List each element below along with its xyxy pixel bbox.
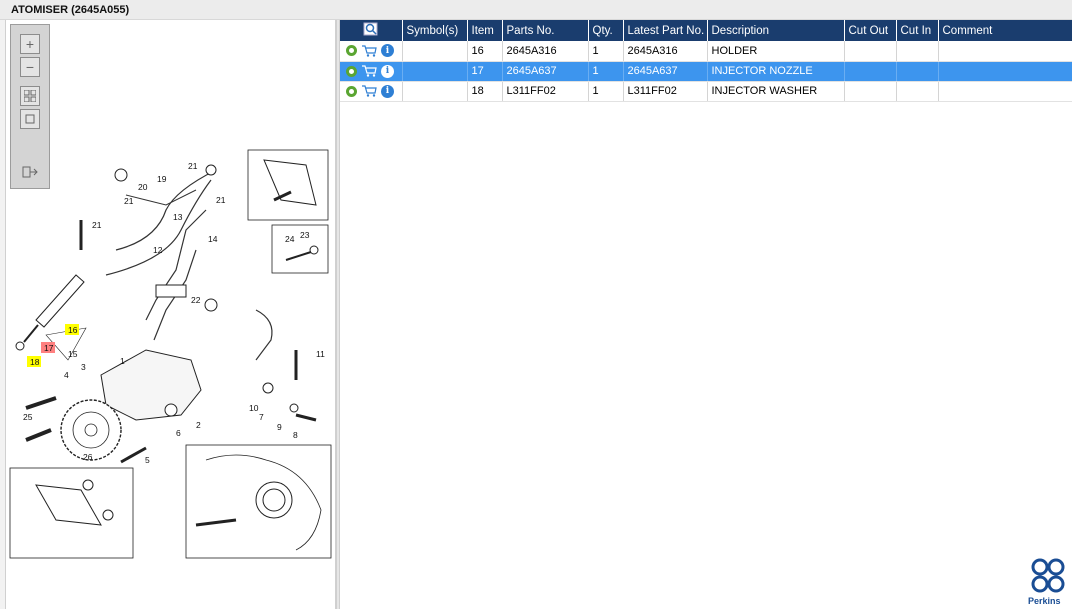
column-cut-out[interactable]: Cut Out: [844, 20, 897, 41]
svg-text:26: 26: [83, 452, 93, 462]
svg-text:6: 6: [176, 428, 181, 438]
cell-parts-no: 2645A316: [502, 41, 589, 62]
svg-text:24: 24: [285, 234, 295, 244]
row-actions: i: [340, 61, 403, 82]
column-view[interactable]: [340, 20, 403, 41]
info-icon[interactable]: i: [381, 64, 394, 78]
cell-latest-part-no: L311FF02: [623, 81, 708, 102]
cell-cut-in: [896, 81, 939, 102]
svg-text:11: 11: [316, 349, 325, 359]
table-row[interactable]: i 18 L311FF02 1 L311FF02 INJECTOR WASHER: [340, 81, 1072, 102]
zoom-in-icon[interactable]: +: [20, 34, 40, 54]
cell-symbols: [402, 61, 468, 82]
table-row[interactable]: i 17 2645A637 1 2645A637 INJECTOR NOZZLE: [340, 61, 1072, 82]
magnifier-icon: [363, 22, 378, 36]
column-symbols[interactable]: Symbol(s): [402, 20, 468, 41]
svg-text:21: 21: [92, 220, 102, 230]
svg-text:4: 4: [64, 370, 69, 380]
svg-text:8: 8: [293, 430, 298, 440]
cell-cut-in: [896, 61, 939, 82]
column-item[interactable]: Item: [467, 20, 503, 41]
gear-icon[interactable]: [346, 45, 357, 57]
cell-parts-no: L311FF02: [502, 81, 589, 102]
cell-symbols: [402, 81, 468, 102]
svg-text:21: 21: [124, 196, 134, 206]
cell-cut-out: [844, 81, 897, 102]
window-title: ATOMISER (2645A055): [0, 0, 1072, 20]
zoom-out-icon[interactable]: −: [20, 57, 40, 77]
svg-text:5: 5: [145, 455, 150, 465]
svg-text:1: 1: [120, 356, 125, 366]
cell-description: HOLDER: [707, 41, 845, 62]
shopping-cart-icon[interactable]: [361, 65, 377, 77]
svg-text:20: 20: [138, 182, 148, 192]
cell-qty: 1: [588, 41, 624, 62]
svg-text:23: 23: [300, 230, 310, 240]
cell-qty: 1: [588, 81, 624, 102]
cell-cut-out: [844, 41, 897, 62]
svg-text:17: 17: [44, 343, 54, 353]
table-header-row: Symbol(s) Item Parts No. Qty. Latest Par…: [340, 20, 1072, 41]
column-description[interactable]: Description: [707, 20, 845, 41]
svg-text:14: 14: [208, 234, 218, 244]
cell-qty: 1: [588, 61, 624, 82]
svg-text:21: 21: [188, 161, 198, 171]
cell-description: INJECTOR NOZZLE: [707, 61, 845, 82]
cell-item: 16: [467, 41, 503, 62]
svg-text:2: 2: [196, 420, 201, 430]
column-comment[interactable]: Comment: [938, 20, 1072, 41]
shopping-cart-icon[interactable]: [361, 45, 377, 57]
parts-table: Symbol(s) Item Parts No. Qty. Latest Par…: [340, 20, 1072, 102]
cell-parts-no: 2645A637: [502, 61, 589, 82]
svg-text:12: 12: [153, 245, 163, 255]
cell-item: 17: [467, 61, 503, 82]
svg-text:3: 3: [81, 362, 86, 372]
svg-text:10: 10: [249, 403, 259, 413]
svg-text:16: 16: [68, 325, 78, 335]
gear-icon[interactable]: [346, 85, 357, 97]
shopping-cart-icon[interactable]: [361, 85, 377, 97]
cell-comment: [938, 81, 1072, 102]
row-actions: i: [340, 41, 403, 62]
cell-description: INJECTOR WASHER: [707, 81, 845, 102]
cell-cut-in: [896, 41, 939, 62]
cell-item: 18: [467, 81, 503, 102]
svg-text:19: 19: [157, 174, 167, 184]
cell-symbols: [402, 41, 468, 62]
zoom-toolbar: + −: [10, 24, 50, 189]
gear-icon[interactable]: [346, 65, 357, 77]
svg-text:18: 18: [30, 357, 40, 367]
column-latest-part-no[interactable]: Latest Part No.: [623, 20, 708, 41]
info-icon[interactable]: i: [381, 84, 394, 98]
cell-cut-out: [844, 61, 897, 82]
cell-comment: [938, 41, 1072, 62]
exploded-diagram[interactable]: 21 20 19 21 13 21 14 21 12 24 23 22 16 1…: [6, 20, 336, 609]
actual-size-icon[interactable]: [20, 109, 40, 129]
column-parts-no[interactable]: Parts No.: [502, 20, 589, 41]
info-icon[interactable]: i: [381, 44, 394, 58]
svg-text:22: 22: [191, 295, 201, 305]
cell-comment: [938, 61, 1072, 82]
svg-text:21: 21: [216, 195, 226, 205]
row-actions: i: [340, 81, 403, 102]
parts-table-pane: Symbol(s) Item Parts No. Qty. Latest Par…: [340, 20, 1072, 609]
svg-text:25: 25: [23, 412, 33, 422]
diagram-pane[interactable]: 21 20 19 21 13 21 14 21 12 24 23 22 16 1…: [6, 20, 336, 609]
export-icon[interactable]: [20, 162, 40, 182]
perkins-wordmark: Perkins: [1028, 596, 1061, 606]
table-row[interactable]: i 16 2645A316 1 2645A316 HOLDER: [340, 41, 1072, 62]
cell-latest-part-no: 2645A637: [623, 61, 708, 82]
column-qty[interactable]: Qty.: [588, 20, 624, 41]
cell-latest-part-no: 2645A316: [623, 41, 708, 62]
fit-all-icon[interactable]: [20, 86, 40, 106]
column-cut-in[interactable]: Cut In: [896, 20, 939, 41]
svg-text:15: 15: [68, 349, 78, 359]
svg-text:9: 9: [277, 422, 282, 432]
svg-text:7: 7: [259, 412, 264, 422]
svg-text:13: 13: [173, 212, 183, 222]
